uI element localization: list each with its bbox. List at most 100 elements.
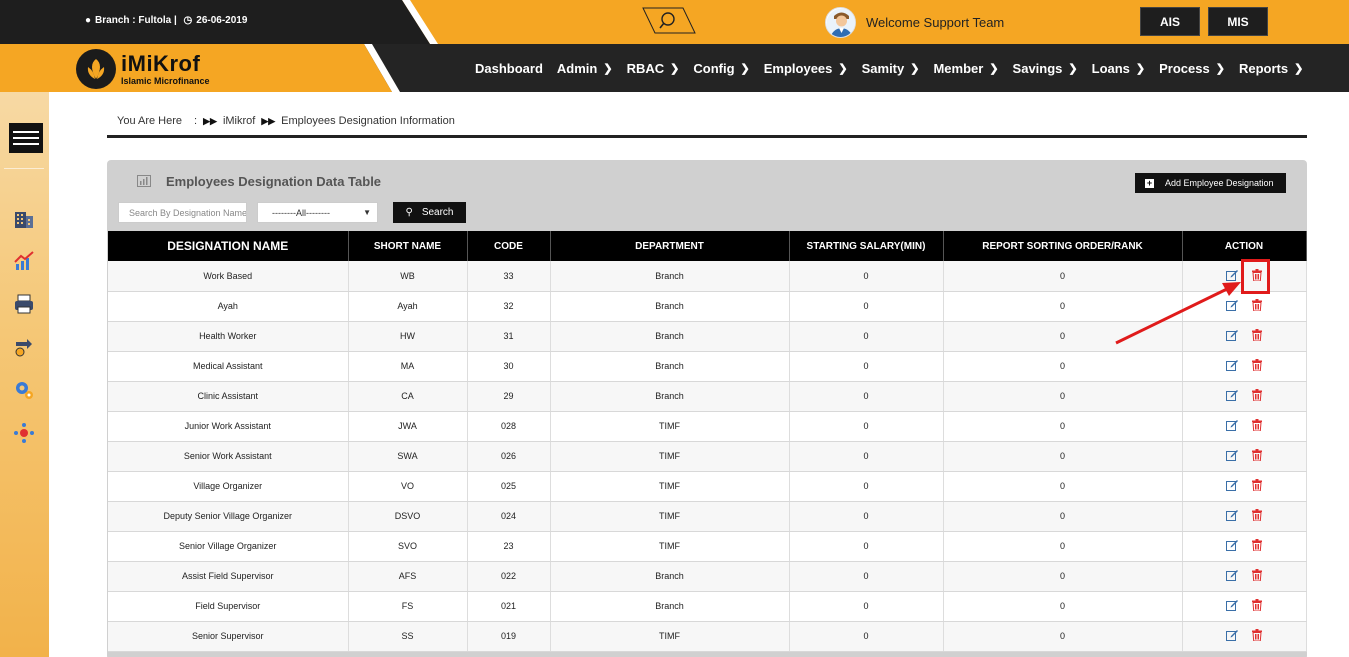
edit-icon[interactable] <box>1226 329 1238 341</box>
table-cell: 0 <box>943 261 1183 292</box>
table-cell: 0 <box>789 591 944 622</box>
table-cell: TIMF <box>550 441 790 472</box>
filter-select[interactable]: --------All-------- ▼ <box>257 202 378 223</box>
delete-icon[interactable] <box>1252 569 1262 581</box>
search-button[interactable]: ⚲ Search <box>393 202 466 223</box>
table-cell: AFS <box>348 561 468 592</box>
double-chevron-icon: ▶▶ <box>203 115 217 126</box>
hamburger-icon <box>13 131 39 133</box>
column-header[interactable]: STARTING SALARY(MIN) <box>789 231 944 261</box>
nav-label: Reports <box>1238 60 1289 76</box>
delete-icon[interactable] <box>1252 389 1262 401</box>
caret-down-icon: ▼ <box>363 208 371 217</box>
table-cell: TIMF <box>550 531 790 562</box>
logo[interactable]: iMiKrof Islamic Microfinance <box>76 49 210 89</box>
table-row: Assist Field Supervisor AFS 022 Branch 0 0 <box>108 561 1307 592</box>
edit-icon[interactable] <box>1226 419 1238 431</box>
logo-title: iMiKrof <box>121 50 201 76</box>
breadcrumb-home-link[interactable]: iMikrof <box>223 115 255 127</box>
user-welcome[interactable]: Welcome Support Team <box>825 6 1004 38</box>
column-header[interactable]: DEPARTMENT <box>550 231 790 261</box>
table-cell: 0 <box>789 441 944 472</box>
designation-search-input[interactable] <box>118 202 247 223</box>
delete-icon[interactable] <box>1252 329 1262 341</box>
double-chevron-icon: ▶▶ <box>261 115 276 126</box>
table-cell: TIMF <box>550 411 790 442</box>
menu-toggle-button[interactable] <box>9 123 43 153</box>
building-icon[interactable] <box>12 206 36 230</box>
network-icon[interactable] <box>12 421 36 445</box>
nav-dashboard[interactable]: Dashboard <box>475 61 543 76</box>
delete-icon[interactable] <box>1252 509 1262 521</box>
action-cell <box>1182 411 1307 442</box>
delete-icon[interactable] <box>1252 419 1262 431</box>
nav-loans[interactable]: Loans ❯ <box>1092 61 1146 76</box>
gears-icon[interactable] <box>12 378 36 402</box>
column-header[interactable]: DESIGNATION NAME <box>108 231 349 261</box>
mis-button[interactable]: MIS <box>1208 7 1268 36</box>
edit-icon[interactable] <box>1226 539 1238 551</box>
column-header[interactable]: SHORT NAME <box>348 231 468 261</box>
action-cell <box>1182 441 1307 472</box>
table-row: Field Supervisor FS 021 Branch 0 0 <box>108 591 1307 622</box>
table-cell: 0 <box>943 351 1183 382</box>
nav-process[interactable]: Process ❯ <box>1159 61 1225 76</box>
table-cell: 0 <box>789 561 944 592</box>
transfer-icon[interactable] <box>12 335 36 359</box>
nav-label: Config <box>693 60 735 76</box>
nav-label: Savings <box>1012 60 1063 76</box>
edit-icon[interactable] <box>1226 389 1238 401</box>
avatar[interactable] <box>825 6 856 38</box>
table-cell: Deputy Senior Village Organizer <box>108 501 349 532</box>
nav-rbac[interactable]: RBAC ❯ <box>627 61 680 76</box>
edit-icon[interactable] <box>1226 629 1238 641</box>
nav-member[interactable]: Member ❯ <box>933 61 998 76</box>
table-cell: Ayah <box>348 291 468 322</box>
table-cell: 33 <box>467 261 551 292</box>
action-cell <box>1182 591 1307 622</box>
branch-text: Branch : Fultola | <box>95 15 177 26</box>
nav-employees[interactable]: Employees ❯ <box>764 61 848 76</box>
table-cell: 0 <box>943 441 1183 472</box>
edit-icon[interactable] <box>1226 569 1238 581</box>
top-search-button[interactable] <box>641 7 697 34</box>
edit-icon[interactable] <box>1226 509 1238 521</box>
delete-icon[interactable] <box>1252 299 1262 311</box>
nav-config[interactable]: Config ❯ <box>693 61 749 76</box>
edit-icon[interactable] <box>1226 359 1238 371</box>
column-header[interactable]: REPORT SORTING ORDER/RANK <box>943 231 1183 261</box>
table-cell: 0 <box>789 291 944 322</box>
delete-icon[interactable] <box>1252 629 1262 641</box>
nav-savings[interactable]: Savings ❯ <box>1013 61 1078 76</box>
table-cell: 0 <box>943 471 1183 502</box>
action-cell <box>1182 621 1307 652</box>
add-employee-designation-button[interactable]: + Add Employee Designation <box>1135 173 1286 193</box>
nav-samity[interactable]: Samity ❯ <box>862 61 920 76</box>
table-cell: Medical Assistant <box>108 351 349 382</box>
delete-icon[interactable] <box>1252 449 1262 461</box>
table-cell: SWA <box>348 441 468 472</box>
delete-icon[interactable] <box>1252 599 1262 611</box>
delete-icon[interactable] <box>1252 479 1262 491</box>
chart-icon[interactable] <box>12 249 36 273</box>
table-cell: 0 <box>943 591 1183 622</box>
printer-icon[interactable] <box>12 292 36 316</box>
edit-icon[interactable] <box>1226 269 1238 281</box>
edit-icon[interactable] <box>1226 599 1238 611</box>
action-cell <box>1182 561 1307 592</box>
delete-icon[interactable] <box>1252 359 1262 371</box>
nav-label: RBAC <box>626 60 665 76</box>
search-button-label: Search <box>421 207 454 218</box>
nav-admin[interactable]: Admin ❯ <box>557 61 613 76</box>
nav-label: Process <box>1159 60 1210 76</box>
delete-icon[interactable] <box>1252 539 1262 551</box>
table-cell: 0 <box>943 531 1183 562</box>
column-header[interactable]: CODE <box>467 231 551 261</box>
ais-button[interactable]: AIS <box>1140 7 1200 36</box>
edit-icon[interactable] <box>1226 299 1238 311</box>
table-row: Senior Village Organizer SVO 23 TIMF 0 0 <box>108 531 1307 562</box>
table-cell: 0 <box>789 411 944 442</box>
nav-reports[interactable]: Reports ❯ <box>1239 61 1303 76</box>
edit-icon[interactable] <box>1226 449 1238 461</box>
edit-icon[interactable] <box>1226 479 1238 491</box>
